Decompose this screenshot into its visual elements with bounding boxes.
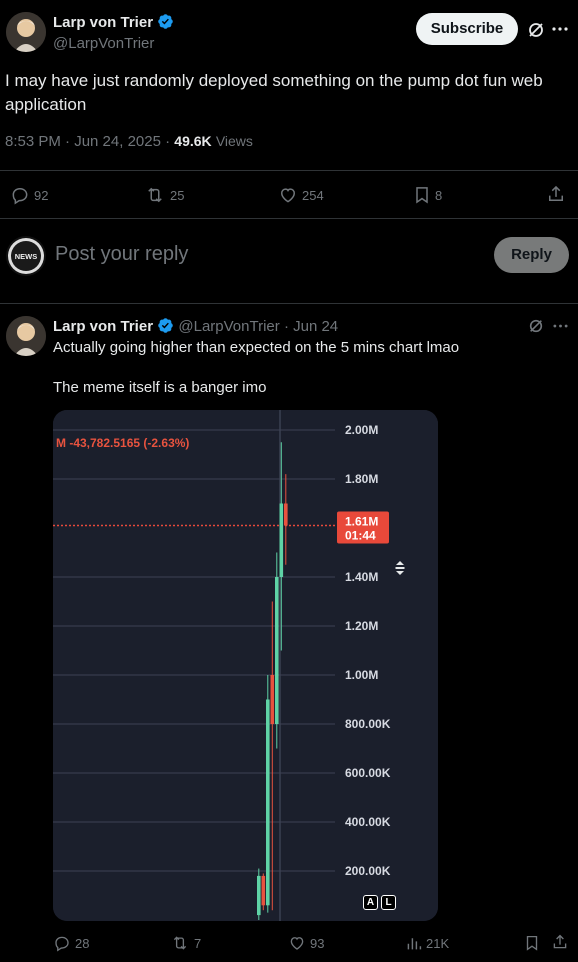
reply-views-action[interactable]: 21K: [406, 934, 449, 952]
bookmark-count: 8: [435, 187, 443, 203]
chart-image[interactable]: 2.00M 1.80M 1.40M 1.20M 1.00M 800.00K 600.00K 4…: [53, 410, 438, 921]
candle-body: [261, 875, 266, 906]
repost-count: 25: [170, 187, 185, 203]
reply-input[interactable]: Post your reply: [55, 243, 188, 266]
y-tick-label: 1.80M: [345, 472, 378, 486]
reply-text-line1: Actually going higher than expected on t…: [53, 339, 460, 356]
reply-date[interactable]: · Jun 24: [284, 318, 338, 335]
reply-repost-count: 7: [194, 935, 202, 951]
reply-repost-action[interactable]: 7: [170, 934, 201, 952]
current-price-label: 1.61M: [345, 515, 378, 529]
price-change-label: M -43,782.5165 (-2.63%): [56, 436, 189, 450]
post-timestamp[interactable]: 8:53 PM · Jun 24, 2025 ·: [5, 133, 170, 150]
candle-body: [275, 577, 279, 724]
heart-icon: [280, 188, 296, 203]
reply-reply-count: 28: [75, 935, 90, 951]
reply-views-count: 21K: [426, 935, 450, 951]
auto-scale-button[interactable]: A: [363, 895, 378, 910]
y-tick-label: 400.00K: [345, 815, 391, 829]
author-name[interactable]: Larp von Trier: [53, 14, 153, 31]
author-avatar[interactable]: [6, 12, 46, 52]
post-text: I may have just randomly deployed someth…: [5, 71, 543, 114]
subscribe-button[interactable]: Subscribe: [416, 13, 518, 45]
reply-like-count: 93: [310, 935, 325, 951]
bookmark-action[interactable]: 8: [413, 185, 442, 205]
y-tick-label: 2.00M: [345, 423, 378, 437]
reply-text-line2: The meme itself is a banger imo: [53, 379, 267, 396]
y-tick-label: 1.00M: [345, 668, 378, 682]
current-user-avatar[interactable]: NEWS: [6, 236, 46, 276]
y-tick-label: 600.00K: [345, 766, 391, 780]
heart-icon: [290, 937, 304, 950]
reply-icon: [55, 936, 69, 952]
candle-body: [270, 675, 275, 724]
reply-like-action[interactable]: 93: [288, 934, 324, 952]
views-count: 49.6K: [174, 133, 212, 149]
repost-icon: [148, 187, 162, 203]
grok-icon[interactable]: [528, 318, 544, 334]
verified-badge-icon: [158, 318, 173, 333]
y-tick-label: 200.00K: [345, 864, 391, 878]
grok-icon[interactable]: [527, 21, 545, 39]
candle-body: [279, 503, 284, 577]
like-count: 254: [302, 187, 324, 203]
views-label: Views: [215, 133, 253, 149]
log-scale-button[interactable]: L: [381, 895, 396, 910]
repost-icon: [173, 936, 187, 950]
share-icon[interactable]: [546, 184, 566, 204]
y-tick-label: 1.20M: [345, 619, 378, 633]
news-avatar-text: NEWS: [15, 252, 38, 261]
share-icon[interactable]: [551, 933, 569, 951]
candle-body: [284, 503, 288, 526]
author-handle[interactable]: @LarpVonTrier: [53, 35, 154, 52]
reply-reply-action[interactable]: 28: [53, 934, 89, 952]
reply-action[interactable]: 92: [10, 185, 48, 205]
reply-count: 92: [34, 187, 49, 203]
y-tick-label: 1.40M: [345, 570, 378, 584]
reply-button[interactable]: Reply: [494, 237, 569, 273]
more-icon[interactable]: [553, 323, 568, 329]
like-action[interactable]: 254: [278, 185, 324, 205]
reply-author-handle[interactable]: @LarpVonTrier: [178, 318, 279, 335]
candle-body: [257, 875, 261, 916]
reply-author-name[interactable]: Larp von Trier: [53, 318, 153, 335]
price-chart: 2.00M 1.80M 1.40M 1.20M 1.00M 800.00K 600.00K 4…: [53, 410, 438, 921]
bookmark-icon[interactable]: [524, 934, 540, 952]
y-tick-label: 800.00K: [345, 717, 391, 731]
analytics-icon: [407, 938, 422, 950]
bookmark-icon: [416, 187, 428, 204]
more-icon[interactable]: [552, 26, 568, 32]
reply-icon: [12, 188, 28, 205]
candle-body: [266, 699, 270, 906]
countdown-label: 01:44: [345, 529, 376, 543]
verified-badge-icon: [158, 14, 174, 29]
repost-action[interactable]: 25: [144, 185, 184, 205]
reply-author-avatar[interactable]: [6, 316, 46, 356]
